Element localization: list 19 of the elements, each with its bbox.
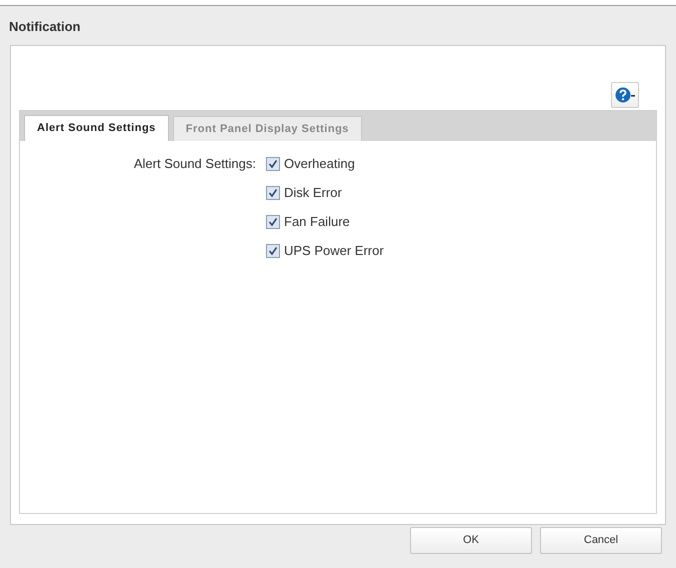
field-label: Alert Sound Settings:	[134, 156, 256, 171]
checkbox-option[interactable]: Disk Error	[266, 178, 384, 207]
checkbox[interactable]	[266, 244, 280, 258]
check-icon	[268, 216, 278, 226]
check-icon	[268, 188, 278, 198]
help-icon	[615, 87, 635, 103]
checkbox-option[interactable]: UPS Power Error	[266, 236, 384, 265]
dialog-button[interactable]: OK	[410, 527, 532, 554]
checkbox-option[interactable]: Fan Failure	[266, 207, 384, 236]
check-icon	[268, 158, 278, 168]
window-title: Notification	[9, 19, 80, 34]
help-button[interactable]	[611, 82, 639, 108]
dialog-button[interactable]: Cancel	[540, 527, 662, 554]
checkbox-option[interactable]: Overheating	[266, 149, 384, 178]
check-icon	[268, 246, 278, 256]
checkbox[interactable]	[266, 214, 280, 228]
checkbox[interactable]	[266, 186, 280, 200]
tab[interactable]: Alert Sound Settings	[24, 115, 169, 141]
checkbox[interactable]	[266, 156, 280, 170]
